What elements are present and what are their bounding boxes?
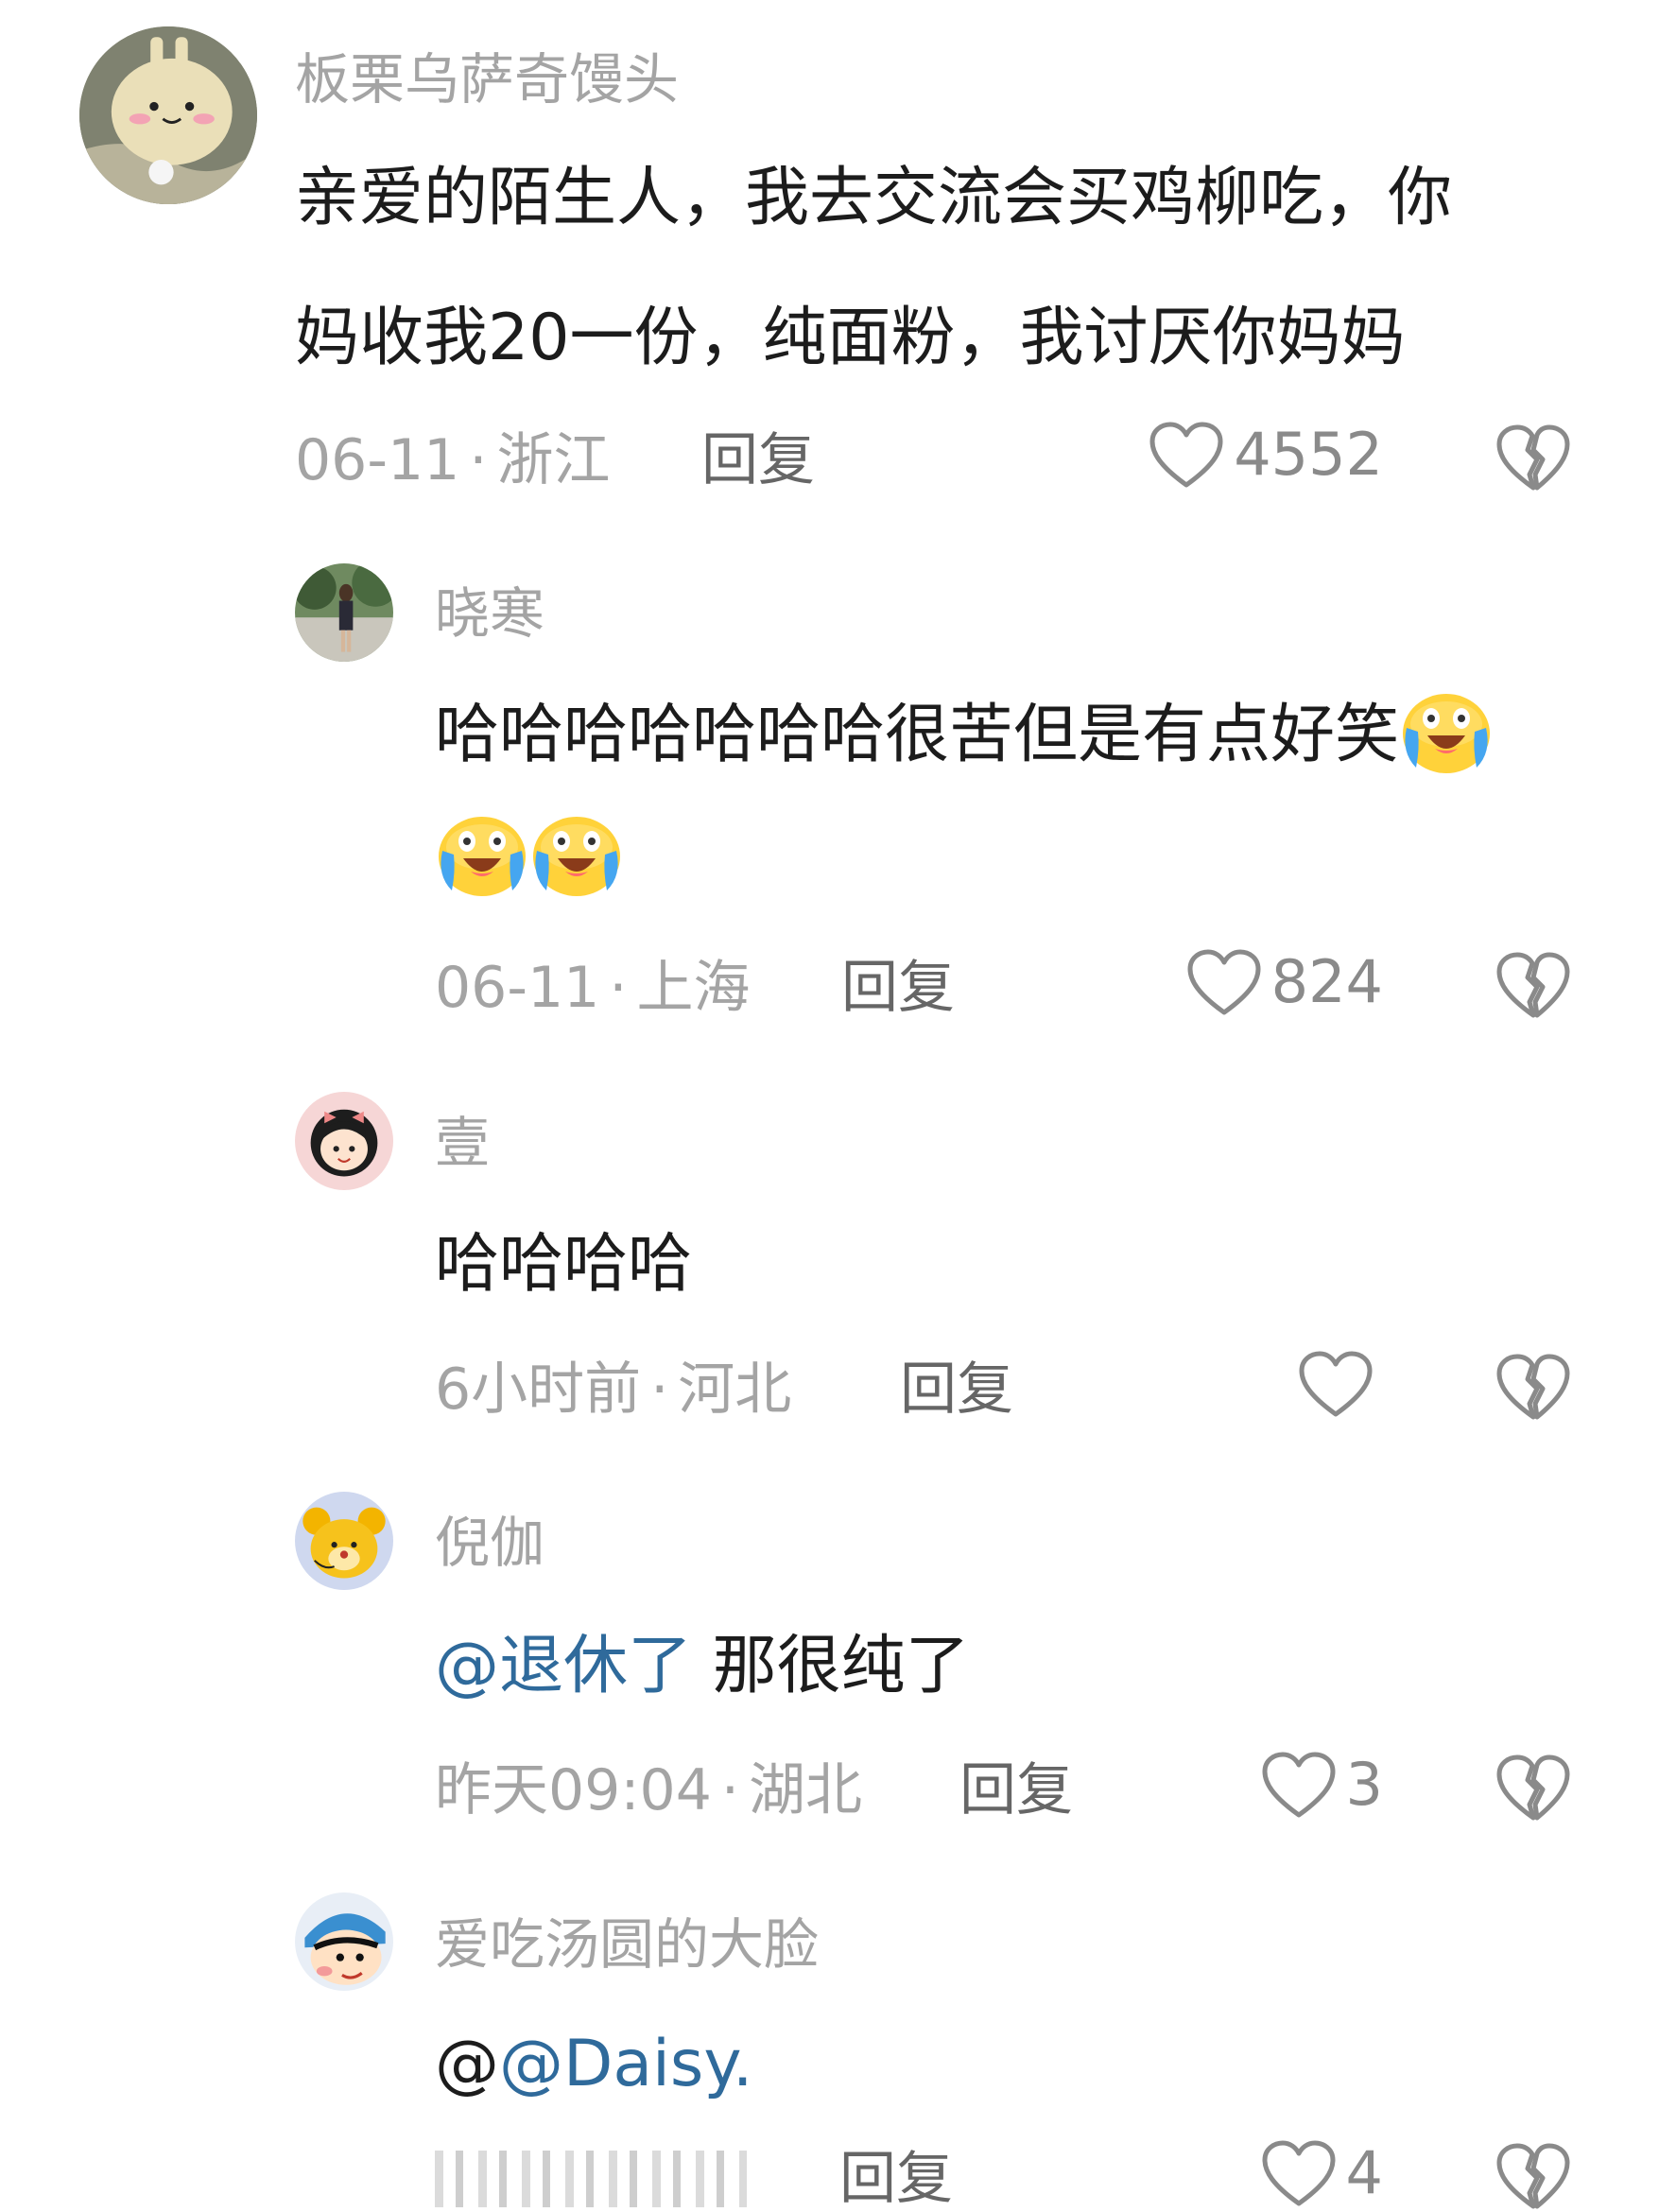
heart-icon: [1261, 2139, 1337, 2207]
mention-link[interactable]: @退休了: [435, 1629, 692, 1703]
comment-text-line: @@Daisy.: [435, 2008, 753, 2121]
avatar-photo-icon[interactable]: [295, 563, 393, 662]
avatar-girl-icon[interactable]: [295, 1092, 393, 1190]
like-count: 3: [1345, 1750, 1383, 1819]
comment-text-line: 妈收我20一份，纯面粉，我讨厌你妈妈: [295, 301, 1406, 375]
mention-prefix: @: [435, 2027, 499, 2101]
meta-separator: ·: [609, 955, 628, 1021]
crying-laughing-emoji-icon: [435, 809, 529, 900]
comment-meta: 06-11 · 浙江: [295, 432, 610, 489]
broken-heart-icon[interactable]: [1495, 2140, 1571, 2210]
reply-button[interactable]: 回复: [900, 1361, 1013, 1418]
reply-button[interactable]: 回复: [959, 1762, 1073, 1819]
like-count: 4552: [1234, 420, 1383, 489]
comment-location: 上海: [636, 955, 751, 1021]
comment-location: 河北: [678, 1357, 792, 1423]
like-button[interactable]: [1298, 1350, 1383, 1418]
reply-button[interactable]: 回复: [841, 959, 955, 1016]
broken-heart-icon[interactable]: [1495, 422, 1571, 492]
mention-link[interactable]: @Daisy.: [499, 2027, 753, 2101]
blurred-meta-placeholder: [435, 2151, 747, 2208]
like-count: 824: [1270, 947, 1383, 1016]
meta-separator: ·: [650, 1357, 669, 1423]
heart-icon: [1298, 1350, 1374, 1418]
comment-username[interactable]: 爱吃汤圆的大脸: [435, 1917, 819, 1972]
broken-heart-icon[interactable]: [1495, 949, 1571, 1019]
heart-icon: [1186, 948, 1262, 1016]
crying-laughing-emoji-icon: [529, 809, 624, 900]
like-button[interactable]: 3: [1261, 1751, 1383, 1819]
comment-location: 湖北: [749, 1757, 862, 1823]
heart-icon: [1149, 421, 1224, 489]
comment-meta: 6小时前 · 河北: [435, 1361, 791, 1418]
comment-location: 浙江: [496, 427, 611, 493]
comment-username[interactable]: 壹: [435, 1115, 490, 1170]
meta-separator: ·: [469, 427, 488, 493]
broken-heart-icon[interactable]: [1495, 1752, 1571, 1822]
reply-button[interactable]: 回复: [839, 2151, 953, 2207]
crying-laughing-emoji-icon: [1399, 686, 1494, 777]
comment-meta: 昨天09:04 · 湖北: [435, 1762, 862, 1819]
avatar-bunny-icon[interactable]: [79, 26, 257, 204]
comment-username[interactable]: 倪伽: [435, 1515, 544, 1570]
comment-meta-blurred: [435, 2148, 747, 2208]
comment-text: 那很纯了: [712, 1629, 970, 1703]
comment-text: 哈哈哈哈哈哈哈很苦但是有点好笑: [435, 698, 1400, 772]
comment-date: 昨天09:04: [435, 1757, 712, 1823]
like-button[interactable]: 4552: [1149, 421, 1383, 489]
broken-heart-icon[interactable]: [1495, 1351, 1571, 1421]
meta-separator: ·: [720, 1757, 739, 1823]
comment-text-line: 亲爱的陌生人，我去交流会买鸡柳吃，你: [295, 161, 1453, 235]
like-button[interactable]: 4: [1261, 2139, 1383, 2207]
comment-text-line: 哈哈哈哈哈哈哈很苦但是有点好笑: [435, 679, 1494, 792]
avatar-bear-icon[interactable]: [295, 1492, 393, 1590]
comment-username[interactable]: 晓寒: [435, 586, 544, 641]
comment-text-line: [435, 802, 624, 915]
comment-date: 6小时前: [435, 1357, 642, 1423]
comment-text-line: @退休了 那很纯了: [435, 1610, 970, 1723]
comment-meta: 06-11 · 上海: [435, 959, 750, 1016]
like-button[interactable]: 824: [1186, 948, 1383, 1016]
comment-text-line: 哈哈哈哈: [435, 1227, 693, 1302]
like-count: 4: [1345, 2138, 1383, 2207]
comment-date: 06-11: [295, 427, 460, 493]
reply-button[interactable]: 回复: [701, 432, 815, 489]
avatar-cartoon-boy-icon[interactable]: [295, 1892, 393, 1991]
heart-icon: [1261, 1751, 1337, 1819]
comment-username[interactable]: 板栗乌萨奇馒头: [295, 52, 679, 107]
comment-date: 06-11: [435, 955, 600, 1021]
